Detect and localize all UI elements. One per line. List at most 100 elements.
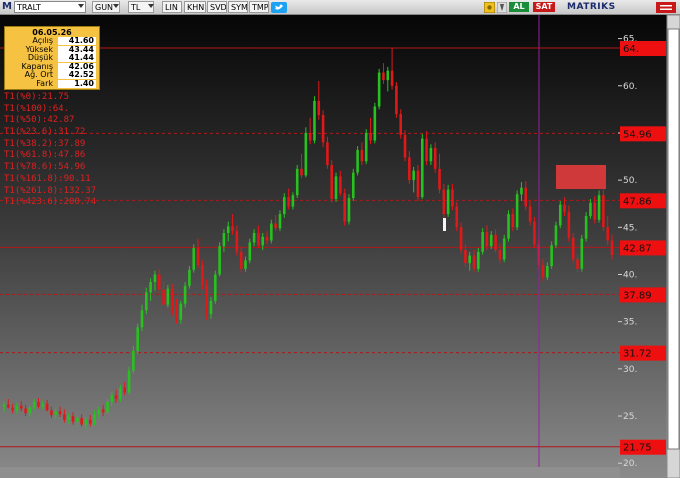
candle-body xyxy=(558,204,562,226)
candle-body xyxy=(127,370,131,393)
candle-body xyxy=(170,288,174,314)
price-tag: 64. xyxy=(620,41,666,57)
candle xyxy=(502,234,506,263)
candle-body xyxy=(502,238,506,260)
price-tag-label: 37.89 xyxy=(623,290,652,301)
candle-body xyxy=(54,411,58,416)
candle-body xyxy=(533,221,536,245)
candle-body xyxy=(593,202,597,220)
symbol-select[interactable]: TRALT xyxy=(14,1,86,13)
scale-button[interactable]: LIN xyxy=(162,1,182,13)
chart-menu-icon[interactable] xyxy=(656,2,676,13)
settings-icon[interactable] xyxy=(484,2,495,13)
price-tag-label: 21.75 xyxy=(623,443,652,454)
candle-body xyxy=(300,168,303,176)
candle-body xyxy=(235,231,239,252)
candle-body xyxy=(226,226,230,233)
target-zone-box[interactable] xyxy=(556,165,606,189)
candle-body xyxy=(71,416,75,422)
change-label: Fark xyxy=(36,78,53,88)
buy-button[interactable]: AL xyxy=(509,2,529,12)
candle-body xyxy=(563,204,566,213)
candle-body xyxy=(541,265,545,278)
candle xyxy=(395,81,398,118)
candle-body xyxy=(7,404,10,408)
candle-body xyxy=(455,206,459,228)
fib-legend-item: T1(%0):21.75 xyxy=(4,92,70,102)
candle-body xyxy=(451,189,454,207)
candle-body xyxy=(274,223,277,229)
candle-body xyxy=(373,106,377,141)
pin-icon[interactable] xyxy=(497,2,507,13)
candle xyxy=(343,188,346,226)
twitter-icon[interactable] xyxy=(271,2,287,13)
candle-body xyxy=(571,237,575,260)
fib-legend-item: T1(%78.6):54.96 xyxy=(4,162,86,173)
scrollbar-thumb[interactable] xyxy=(667,28,680,450)
currency-dropdown-icon[interactable] xyxy=(148,4,154,8)
candle-body xyxy=(209,300,213,315)
period-dropdown-icon[interactable] xyxy=(113,4,119,8)
candle-body xyxy=(351,172,355,199)
candle-body xyxy=(196,248,200,266)
candle-body xyxy=(369,132,372,141)
axis-scrollbar[interactable] xyxy=(666,15,680,478)
candle-body xyxy=(485,232,489,247)
candle-body xyxy=(511,214,515,228)
candle xyxy=(170,283,174,317)
candle-body xyxy=(15,405,19,411)
tmp-button[interactable]: TMP xyxy=(249,1,269,13)
candle-body xyxy=(390,70,394,86)
sell-button[interactable]: SAT xyxy=(533,2,555,12)
candle-body xyxy=(88,419,92,424)
candle xyxy=(446,184,450,217)
price-chart[interactable]: 20.25.30.35.40.45.50.55.60.65. 64.54.964… xyxy=(0,15,680,478)
candle-body xyxy=(339,176,342,194)
chart-window: M TRALT GUN TL LIN KHN SVD SYM TMP AL SA… xyxy=(0,0,680,478)
candle-body xyxy=(140,310,144,328)
candle-body xyxy=(507,214,510,239)
fib-legend-item: T1(%38.2):37.89 xyxy=(4,138,86,149)
candle xyxy=(127,366,131,395)
candle-body xyxy=(63,414,66,420)
candle-body xyxy=(477,251,480,269)
candle-body xyxy=(119,387,122,400)
candle-body xyxy=(239,251,243,269)
candle-body xyxy=(157,274,161,290)
khn-button[interactable]: KHN xyxy=(184,1,206,13)
candle-body xyxy=(520,187,523,195)
candle-body xyxy=(321,115,325,143)
candle-body xyxy=(412,170,415,181)
candle xyxy=(373,102,377,144)
y-tick-label: 60. xyxy=(623,82,637,92)
sym-label: SYM xyxy=(231,3,248,12)
candle-body xyxy=(270,223,273,241)
candle-body xyxy=(334,176,338,200)
fib-legend-item: T1(%423.6):200.74 xyxy=(4,197,97,208)
candle-body xyxy=(58,411,62,415)
symbol-dropdown-icon[interactable] xyxy=(78,4,84,8)
price-tag-label: 64. xyxy=(623,44,639,55)
price-tag-label: 42.87 xyxy=(623,243,652,254)
price-tag-label: 31.72 xyxy=(623,349,652,360)
candle-body xyxy=(446,189,450,215)
brand-label: MATRIKS xyxy=(567,2,616,12)
candle-body xyxy=(132,350,135,371)
candle-body xyxy=(183,285,187,304)
candle-body xyxy=(2,404,6,407)
candle xyxy=(554,221,558,249)
sym-button[interactable]: SYM xyxy=(228,1,248,13)
candle-body xyxy=(498,249,502,260)
candle-body xyxy=(218,246,221,275)
svd-button[interactable]: SVD xyxy=(207,1,227,13)
candle-body xyxy=(252,232,256,243)
price-tag: 37.89 xyxy=(620,287,666,303)
candle xyxy=(313,96,316,144)
candle-body xyxy=(317,100,321,116)
candle-body xyxy=(278,214,282,229)
candle-body xyxy=(11,407,14,411)
candle-body xyxy=(606,227,609,241)
candle-body xyxy=(28,407,32,414)
candle xyxy=(507,210,510,242)
candle-body xyxy=(248,242,252,261)
